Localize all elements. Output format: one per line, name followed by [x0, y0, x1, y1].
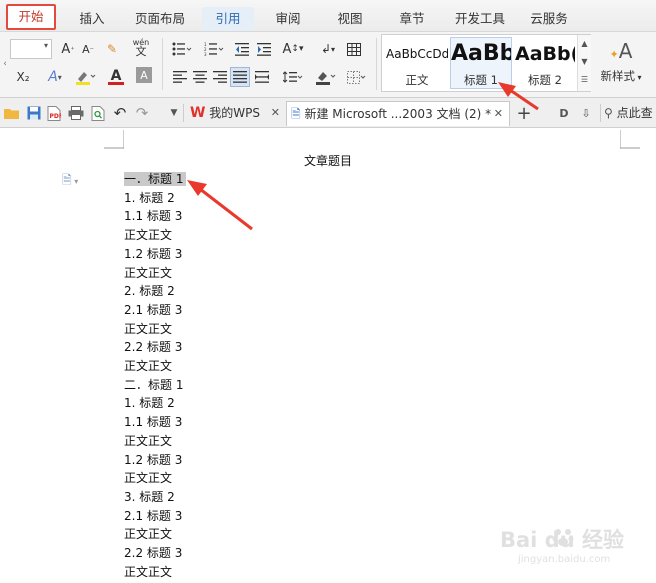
red-arrow-icon	[498, 82, 539, 111]
watermark-text: Bai du 经验	[500, 528, 624, 552]
annotation-arrows	[187, 82, 539, 231]
watermark: Bai du 经验 jingyan.baidu.com	[500, 522, 650, 578]
red-arrow-icon	[187, 180, 253, 231]
watermark-url: jingyan.baidu.com	[518, 554, 611, 565]
